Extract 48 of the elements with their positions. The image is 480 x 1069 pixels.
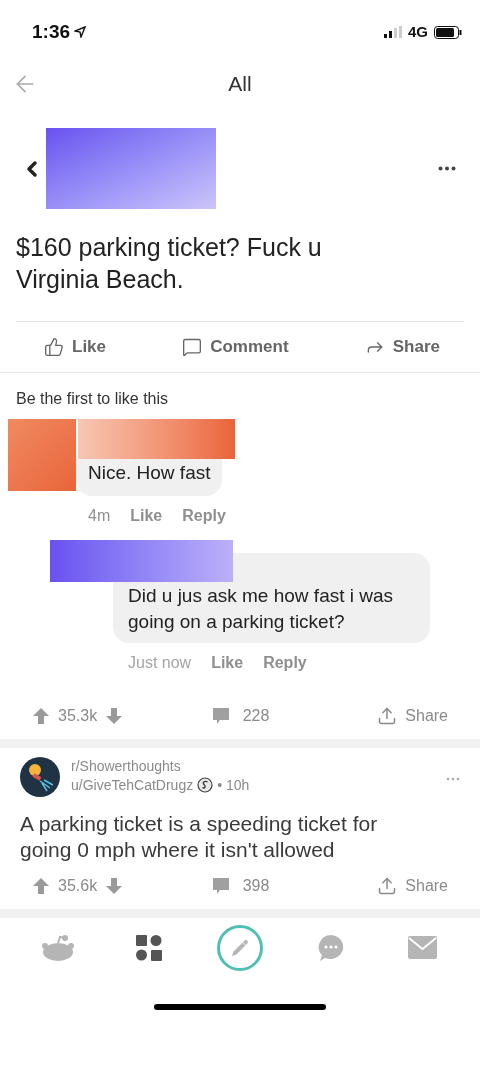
comment-time: 4m — [88, 505, 111, 526]
comment-bubble: Nice. How fast — [76, 459, 223, 496]
comment-action-link[interactable]: Reply — [182, 503, 226, 528]
community-icon[interactable] — [20, 756, 60, 797]
pencil-icon — [229, 937, 250, 958]
comment-action-link[interactable]: Like — [130, 503, 163, 528]
likes-note: Be the first to like this — [15, 389, 170, 409]
comment-count: 398 — [242, 875, 270, 896]
envelope-icon[interactable] — [407, 936, 437, 959]
upvote-icon[interactable] — [32, 876, 50, 895]
share-button[interactable]: Share — [377, 703, 448, 728]
post-action-button[interactable]: Comment — [182, 334, 289, 360]
page-title: All — [228, 71, 252, 98]
post-age: • 10h — [217, 775, 250, 795]
comment-count: 228 — [242, 705, 270, 726]
share-icon — [377, 875, 398, 896]
status-time: 1:36 — [32, 19, 71, 44]
downvote-icon[interactable] — [105, 876, 124, 895]
post-action-button[interactable]: Like — [44, 334, 107, 360]
post-text: $160 parking ticket? Fuck u Virginia Beach. — [15, 232, 323, 295]
vote-count: 35.3k — [58, 705, 98, 726]
vote-count: 35.6k — [58, 875, 98, 896]
chat-bubble-icon[interactable] — [317, 933, 346, 962]
username-link[interactable]: u/GiveTehCatDrugz — [71, 775, 194, 795]
comment-action-link[interactable]: Reply — [263, 650, 307, 675]
comment-icon[interactable] — [210, 875, 231, 896]
post-action-button[interactable]: Share — [364, 334, 440, 360]
share-icon — [377, 705, 398, 726]
upvote-icon[interactable] — [32, 706, 50, 725]
coin-icon — [197, 777, 214, 793]
location-icon — [74, 26, 87, 38]
redacted-avatar — [8, 419, 76, 491]
comment-icon[interactable] — [210, 705, 231, 726]
speech-bubble-icon — [182, 337, 203, 357]
thumbs-up-icon — [44, 337, 64, 357]
create-post-button[interactable] — [216, 924, 263, 971]
battery-icon — [434, 25, 462, 39]
share-button[interactable]: Share — [377, 873, 448, 898]
comment-action-link[interactable]: Like — [211, 650, 244, 675]
network-type: 4G — [408, 21, 428, 42]
subreddit-link[interactable]: r/Showerthoughts — [71, 756, 250, 776]
post-title[interactable]: A parking ticket is a speeding ticket for going 0 mph where it isn't allowed — [0, 810, 440, 863]
grid-icon[interactable] — [135, 934, 162, 961]
more-icon[interactable] — [438, 166, 456, 171]
alien-head-icon[interactable] — [41, 933, 74, 962]
signal-icon — [384, 26, 402, 38]
downvote-icon[interactable] — [105, 706, 124, 725]
comment-time: Just now — [128, 652, 192, 673]
